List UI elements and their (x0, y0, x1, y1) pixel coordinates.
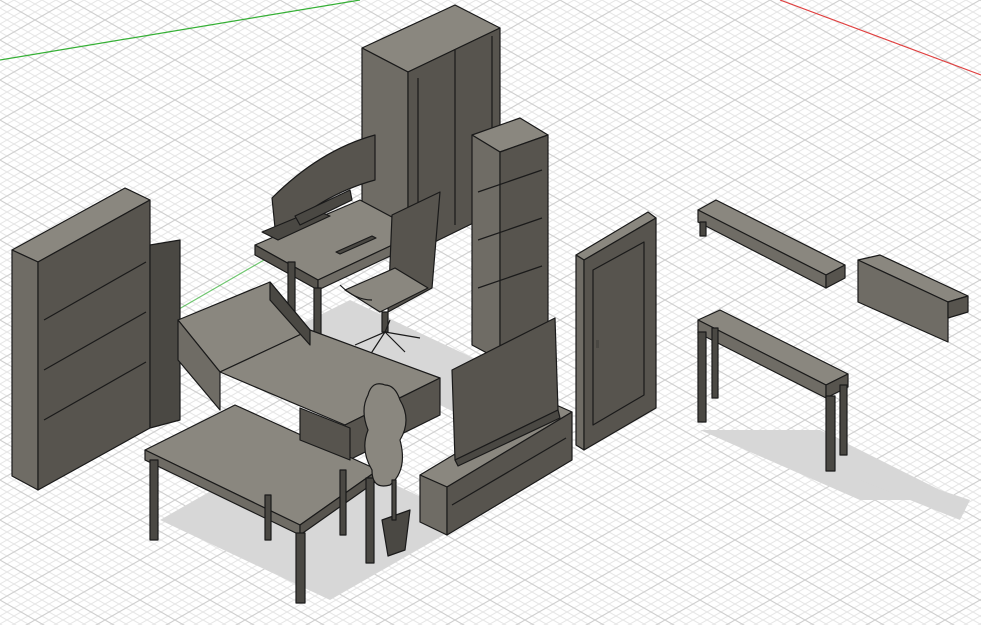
tall-shelf-center[interactable] (471, 117, 549, 361)
3d-viewport[interactable] (0, 0, 981, 625)
model-canvas[interactable] (0, 0, 981, 625)
door[interactable] (575, 211, 657, 451)
